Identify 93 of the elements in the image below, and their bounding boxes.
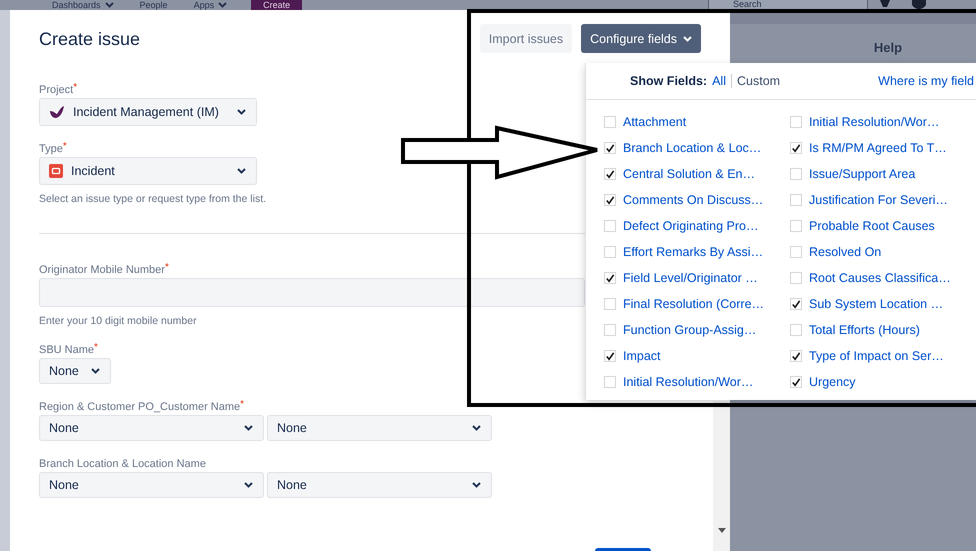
checkbox[interactable] — [790, 168, 802, 180]
field-help-text: Select an issue type or request type from the list. — [39, 193, 266, 205]
field-option-link[interactable]: Function Group-Assig… — [623, 323, 756, 337]
field-label: Originator Mobile Number — [39, 264, 165, 277]
checkbox[interactable] — [790, 246, 802, 258]
checkbox[interactable] — [604, 116, 616, 128]
field-option-link[interactable]: Final Resolution (Corre… — [623, 297, 764, 311]
field-option-link[interactable]: Root Causes Classifica… — [809, 271, 951, 285]
chevron-down-icon — [472, 425, 481, 431]
chevron-down-icon — [244, 482, 253, 488]
mobile-number-input[interactable] — [39, 278, 585, 307]
bird-icon — [49, 105, 65, 119]
import-issues-button[interactable]: Import issues — [480, 24, 572, 53]
checkbox[interactable] — [790, 376, 802, 388]
checkbox[interactable] — [604, 298, 616, 310]
chevron-down-icon — [91, 368, 100, 374]
select-field[interactable]: Incident — [39, 157, 257, 185]
required-asterisk: * — [73, 84, 78, 93]
select-field[interactable]: None — [267, 415, 492, 441]
field-option-link[interactable]: Sub System Location … — [809, 297, 944, 311]
scrollbar[interactable] — [713, 401, 730, 551]
nav-item[interactable]: Apps — [194, 0, 214, 10]
select-field[interactable]: Incident Management (IM) — [39, 98, 257, 126]
create-button[interactable]: Create — [251, 0, 302, 10]
field-option-link[interactable]: Initial Resolution/Wor… — [809, 115, 940, 129]
caret-icon — [218, 2, 228, 8]
nav-item[interactable]: Dashboards — [52, 0, 101, 10]
checkbox[interactable] — [604, 246, 616, 258]
search-field[interactable]: Search — [708, 0, 868, 10]
field-label: Project — [39, 84, 74, 97]
show-fields-option[interactable]: All — [712, 74, 731, 88]
chevron-down-icon — [244, 425, 253, 431]
field-label: Type — [39, 143, 63, 156]
chevron-down-icon — [237, 168, 246, 174]
field-option-link[interactable]: Effort Remarks By Assi… — [623, 245, 764, 259]
field-label: Region & Customer PO_Customer Name — [39, 401, 240, 414]
dialog-title: Create issue — [39, 29, 142, 50]
checkbox[interactable] — [604, 168, 616, 180]
required-asterisk: * — [94, 344, 98, 355]
field-option-link[interactable]: Is RM/PM Agreed To T… — [809, 141, 947, 155]
checkbox[interactable] — [604, 142, 616, 154]
checkbox[interactable] — [604, 350, 616, 362]
show-fields-option[interactable]: Custom — [731, 74, 786, 88]
checkbox[interactable] — [790, 350, 802, 362]
field-option-link[interactable]: Attachment — [623, 115, 686, 129]
scroll-down-icon[interactable] — [718, 528, 726, 533]
field-label: Branch Location & Location Name — [39, 458, 206, 471]
checkbox[interactable] — [604, 220, 616, 232]
required-asterisk: * — [62, 143, 67, 154]
field-option-link[interactable]: Issue/Support Area — [809, 167, 916, 181]
field-option-link[interactable]: Central Solution & En… — [623, 167, 756, 181]
field-option-link[interactable]: Defect Originating Pro… — [623, 219, 758, 233]
checkbox[interactable] — [790, 116, 802, 128]
checkbox[interactable] — [790, 298, 802, 310]
where-is-my-field-link[interactable]: Where is my field — [878, 74, 976, 88]
checkbox[interactable] — [790, 324, 802, 336]
field-option-link[interactable]: Branch Location & Loc… — [623, 141, 762, 155]
checkbox[interactable] — [790, 142, 802, 154]
select-field[interactable]: None — [267, 472, 492, 498]
checkbox[interactable] — [604, 376, 616, 388]
checkbox[interactable] — [604, 194, 616, 206]
field-option-link[interactable]: Resolved On — [809, 245, 882, 259]
required-asterisk: * — [164, 264, 169, 273]
checkbox[interactable] — [790, 220, 802, 232]
select-field[interactable]: None — [39, 358, 111, 384]
field-option-link[interactable]: Comments On Discuss… — [623, 193, 764, 207]
required-asterisk: * — [240, 401, 244, 412]
help-title: Help — [874, 40, 902, 55]
field-label: SBU Name — [39, 344, 94, 357]
checkbox[interactable] — [604, 272, 616, 284]
field-help-text: Enter your 10 digit mobile number — [39, 315, 197, 327]
configure-fields-button[interactable]: Configure fields — [581, 24, 701, 53]
nav-item[interactable]: People — [140, 0, 168, 10]
select-field[interactable]: None — [39, 415, 264, 441]
field-option-link[interactable]: Type of Impact on Ser… — [809, 349, 944, 363]
field-option-link[interactable]: Total Efforts (Hours) — [809, 323, 920, 337]
chevron-down-icon — [237, 109, 246, 115]
checkbox[interactable] — [604, 324, 616, 336]
field-option-link[interactable]: Field Level/Originator … — [623, 271, 758, 285]
submit-button[interactable] — [595, 548, 651, 551]
checkbox[interactable] — [790, 194, 802, 206]
field-option-link[interactable]: Urgency — [809, 375, 856, 389]
field-option-link[interactable]: Justification For Severi… — [809, 193, 948, 207]
caret-icon — [104, 2, 114, 8]
caret-icon — [683, 36, 692, 42]
field-option-link[interactable]: Initial Resolution/Wor… — [623, 375, 754, 389]
field-option-link[interactable]: Impact — [623, 349, 661, 363]
show-fields-label: Show Fields: — [630, 74, 708, 88]
chevron-down-icon — [472, 482, 481, 488]
select-field[interactable]: None — [39, 472, 264, 498]
checkbox[interactable] — [790, 272, 802, 284]
incident-icon — [49, 164, 63, 178]
field-option-link[interactable]: Probable Root Causes — [809, 219, 935, 233]
